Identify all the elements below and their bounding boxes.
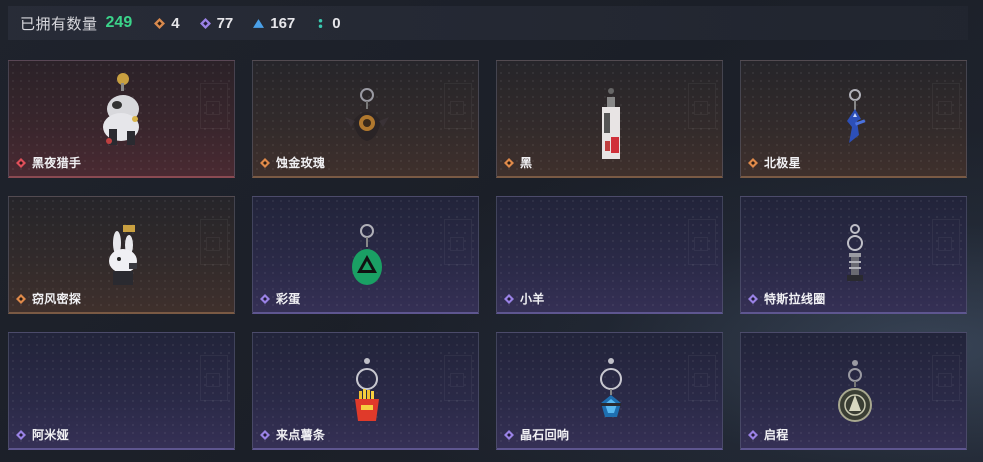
card-decoration xyxy=(938,101,952,115)
keychain-caption: 彩蛋 xyxy=(260,290,301,307)
purple-rarity-gem-icon xyxy=(504,429,514,440)
keychain-caption: 特斯拉线圈 xyxy=(748,290,826,307)
keychain-card[interactable]: 蚀金玫瑰 xyxy=(252,60,479,178)
keychain-name: 黑夜猎手 xyxy=(32,156,82,170)
orange-rarity-gem-icon xyxy=(748,157,758,168)
card-decoration xyxy=(694,373,708,387)
keychain-name: 窃风密探 xyxy=(32,292,82,306)
keychain-name: 来点薯条 xyxy=(276,428,326,442)
keychain-caption: 小羊 xyxy=(504,290,545,307)
card-decoration xyxy=(450,373,464,387)
fries-keychain-icon xyxy=(354,358,379,421)
keychain-caption: 蚀金玫瑰 xyxy=(260,154,325,171)
keychain-card[interactable]: 启程 xyxy=(740,332,967,450)
keychain-name: 彩蛋 xyxy=(276,292,301,306)
blue-star-keychain-icon xyxy=(846,89,865,143)
keychain-card[interactable]: 窃风密探 xyxy=(8,196,235,314)
rarity-count-teal: 0 xyxy=(315,14,341,32)
card-decoration xyxy=(938,373,952,387)
rarity-count-value: 0 xyxy=(332,14,341,32)
medallion-keychain-icon xyxy=(837,360,872,422)
purple-rarity-gem-icon xyxy=(504,293,514,304)
keychain-card[interactable]: 来点薯条 xyxy=(252,332,479,450)
keychain-card[interactable]: 黑 xyxy=(496,60,723,178)
rarity-count-purple: 77 xyxy=(199,14,234,32)
card-decoration xyxy=(694,101,708,115)
card-decoration xyxy=(206,373,220,387)
purple-gem-icon xyxy=(199,17,211,29)
rarity-count-orange: 4 xyxy=(154,14,180,32)
red-rarity-gem-icon xyxy=(16,157,26,168)
purple-rarity-gem-icon xyxy=(260,429,270,440)
keychain-caption: 阿米娅 xyxy=(16,426,69,443)
owned-count-total: 249 xyxy=(105,14,133,31)
keychain-card[interactable]: 特斯拉线圈 xyxy=(740,196,967,314)
keychain-card[interactable]: 彩蛋 xyxy=(252,196,479,314)
keychain-name: 阿米娅 xyxy=(32,428,69,442)
card-decoration xyxy=(206,237,220,251)
keychain-caption: 窃风密探 xyxy=(16,290,81,307)
keychain-name: 蚀金玫瑰 xyxy=(276,156,326,170)
card-decoration xyxy=(694,237,708,251)
blue-gem-icon xyxy=(253,18,265,28)
keychain-card[interactable]: 晶石回响 xyxy=(496,332,723,450)
blue-crystal-keychain-icon xyxy=(599,358,622,417)
card-decoration xyxy=(450,101,464,115)
white-mech-creature-icon xyxy=(102,73,139,145)
keychain-name: 晶石回响 xyxy=(520,428,570,442)
card-decoration xyxy=(450,237,464,251)
card-decoration xyxy=(938,237,952,251)
keychain-caption: 北极星 xyxy=(748,154,801,171)
orange-gem-icon xyxy=(154,17,166,29)
rarity-count-value: 167 xyxy=(270,14,296,32)
keychain-caption: 黑夜猎手 xyxy=(16,154,81,171)
keychain-name: 北极星 xyxy=(764,156,801,170)
keychain-name: 启程 xyxy=(764,428,789,442)
keychain-caption: 来点薯条 xyxy=(260,426,325,443)
keychain-card[interactable]: 小羊 xyxy=(496,196,723,314)
keychain-grid: 黑夜猎手 蚀金玫瑰 黑 北极星 窃风密探 彩蛋 小羊 特斯拉线圈 阿米娅 来点薯… xyxy=(8,60,967,450)
orange-rarity-gem-icon xyxy=(504,157,514,168)
keychain-card[interactable]: 北极星 xyxy=(740,60,967,178)
purple-rarity-gem-icon xyxy=(260,293,270,304)
keychain-name: 小羊 xyxy=(520,292,545,306)
owned-count-label: 已拥有数量 xyxy=(20,15,98,33)
keychain-card[interactable]: 阿米娅 xyxy=(8,332,235,450)
keychain-caption: 启程 xyxy=(748,426,789,443)
teal-gem-icon xyxy=(319,18,323,28)
rarity-count-blue: 167 xyxy=(253,15,295,32)
card-keychain-icon xyxy=(601,88,620,159)
white-rabbit-figure-icon xyxy=(108,225,137,285)
keychain-name: 特斯拉线圈 xyxy=(764,292,826,306)
purple-rarity-gem-icon xyxy=(748,429,758,440)
keychain-card[interactable]: 黑夜猎手 xyxy=(8,60,235,178)
coil-keychain-icon xyxy=(846,224,863,281)
rarity-count-value: 77 xyxy=(216,14,234,32)
purple-rarity-gem-icon xyxy=(16,429,26,440)
green-egg-keychain-icon xyxy=(351,224,382,285)
purple-rarity-gem-icon xyxy=(748,293,758,304)
keychain-caption: 黑 xyxy=(504,154,532,171)
keychain-name: 黑 xyxy=(520,156,533,170)
orange-rarity-gem-icon xyxy=(16,293,26,304)
collection-summary-bar: 已拥有数量 249 4 77 167 0 xyxy=(8,6,968,40)
rarity-count-value: 4 xyxy=(171,14,180,32)
orange-rarity-gem-icon xyxy=(260,157,270,168)
dark-rose-keychain-icon xyxy=(344,88,389,141)
keychain-collection-page: 已拥有数量 249 4 77 167 0 黑夜猎手 蚀金玫瑰 黑 北极星 窃风密… xyxy=(0,0,983,462)
card-decoration xyxy=(206,101,220,115)
keychain-caption: 晶石回响 xyxy=(504,426,569,443)
